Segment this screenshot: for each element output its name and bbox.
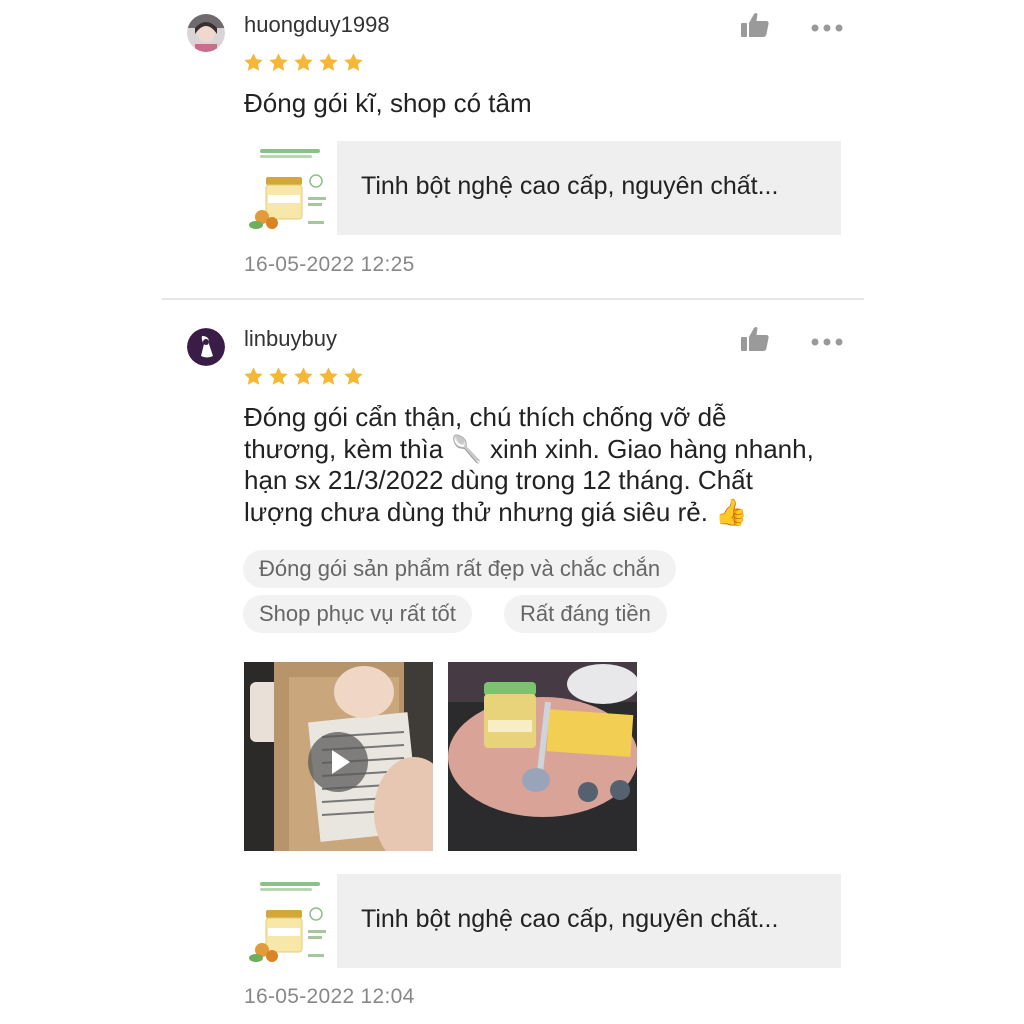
comment-line: hạn sx 21/3/2022 dùng trong 12 tháng. Ch… (244, 465, 753, 495)
star-icon (269, 53, 288, 71)
star-icon (269, 367, 288, 385)
product-name[interactable]: Tinh bột nghệ cao cấp, nguyên chất... (361, 172, 778, 201)
review-comment: Đóng gói kĩ, shop có tâm (244, 88, 532, 118)
more-horizontal-icon[interactable] (810, 20, 844, 32)
review-photo[interactable] (448, 662, 637, 851)
star-rating (243, 52, 364, 73)
comment-line: lượng chưa dùng thử nhưng giá siêu rẻ. 👍 (244, 496, 748, 527)
username[interactable]: linbuybuy (244, 326, 337, 352)
star-icon (244, 53, 263, 71)
user-avatar[interactable] (187, 328, 225, 366)
username[interactable]: huongduy1998 (244, 12, 390, 38)
thumbs-up-icon[interactable] (740, 12, 770, 38)
comment-line: Đóng gói cẩn thận, chú thích chống vỡ dễ (244, 402, 727, 432)
comment-line: thương, kèm thìa 🥄 xinh xinh. Giao hàng … (244, 433, 814, 464)
review-tag: Đóng gói sản phẩm rất đẹp và chắc chắn (243, 550, 677, 588)
star-icon (294, 367, 313, 385)
review-timestamp: 16-05-2022 12:04 (244, 985, 415, 1008)
product-thumbnail (244, 141, 336, 235)
product-info[interactable]: Tinh bột nghệ cao cấp, nguyên chất... (337, 874, 841, 968)
star-icon (319, 367, 338, 385)
review-timestamp: 16-05-2022 12:25 (244, 253, 415, 276)
star-icon (244, 367, 263, 385)
product-link[interactable]: Tinh bột nghệ cao cấp, nguyên chất... (244, 141, 841, 235)
product-name[interactable]: Tinh bột nghệ cao cấp, nguyên chất... (361, 905, 778, 934)
review-comment: Đóng gói cẩn thận, chú thích chống vỡ dễ… (244, 402, 844, 528)
review-video-thumbnail[interactable] (244, 662, 433, 851)
product-info[interactable]: Tinh bột nghệ cao cấp, nguyên chất... (337, 141, 841, 235)
review-divider (162, 298, 864, 300)
more-horizontal-icon[interactable] (810, 334, 844, 346)
user-avatar[interactable] (187, 14, 225, 52)
star-icon (294, 53, 313, 71)
star-icon (344, 367, 363, 385)
play-icon[interactable] (308, 732, 368, 792)
review-tag: Shop phục vụ rất tốt (243, 595, 472, 633)
star-rating (243, 366, 364, 387)
product-link[interactable]: Tinh bột nghệ cao cấp, nguyên chất... (244, 874, 841, 968)
star-icon (319, 53, 338, 71)
review-tag: Rất đáng tiền (504, 595, 667, 633)
thumbs-up-icon[interactable] (740, 326, 770, 352)
star-icon (344, 53, 363, 71)
product-thumbnail (244, 874, 336, 968)
